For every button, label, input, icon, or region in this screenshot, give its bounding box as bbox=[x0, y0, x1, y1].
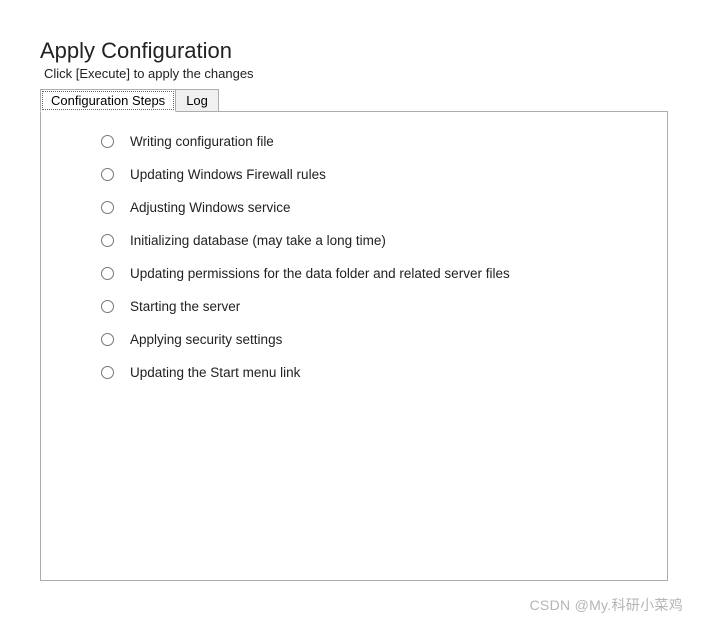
tab-configuration-steps[interactable]: Configuration Steps bbox=[40, 89, 176, 112]
step-row: Updating Windows Firewall rules bbox=[101, 167, 647, 182]
step-label: Updating Windows Firewall rules bbox=[130, 167, 326, 182]
step-row: Updating the Start menu link bbox=[101, 365, 647, 380]
step-row: Starting the server bbox=[101, 299, 647, 314]
step-label: Starting the server bbox=[130, 299, 240, 314]
step-row: Adjusting Windows service bbox=[101, 200, 647, 215]
step-label: Writing configuration file bbox=[130, 134, 274, 149]
step-row: Initializing database (may take a long t… bbox=[101, 233, 647, 248]
pending-icon bbox=[101, 267, 114, 280]
pending-icon bbox=[101, 234, 114, 247]
watermark: CSDN @My.科研小菜鸡 bbox=[530, 595, 683, 615]
pending-icon bbox=[101, 168, 114, 181]
pending-icon bbox=[101, 366, 114, 379]
tab-row: Configuration Steps Log bbox=[40, 89, 667, 112]
pending-icon bbox=[101, 201, 114, 214]
step-label: Adjusting Windows service bbox=[130, 200, 291, 215]
tab-log[interactable]: Log bbox=[176, 89, 219, 112]
pending-icon bbox=[101, 135, 114, 148]
step-row: Writing configuration file bbox=[101, 134, 647, 149]
step-row: Updating permissions for the data folder… bbox=[101, 266, 647, 281]
tab-content: Writing configuration file Updating Windo… bbox=[40, 111, 668, 581]
pending-icon bbox=[101, 300, 114, 313]
page-subtitle: Click [Execute] to apply the changes bbox=[44, 66, 667, 81]
page-title: Apply Configuration bbox=[40, 38, 667, 64]
step-label: Initializing database (may take a long t… bbox=[130, 233, 386, 248]
step-label: Updating the Start menu link bbox=[130, 365, 300, 380]
step-label: Applying security settings bbox=[130, 332, 282, 347]
pending-icon bbox=[101, 333, 114, 346]
step-label: Updating permissions for the data folder… bbox=[130, 266, 510, 281]
step-row: Applying security settings bbox=[101, 332, 647, 347]
